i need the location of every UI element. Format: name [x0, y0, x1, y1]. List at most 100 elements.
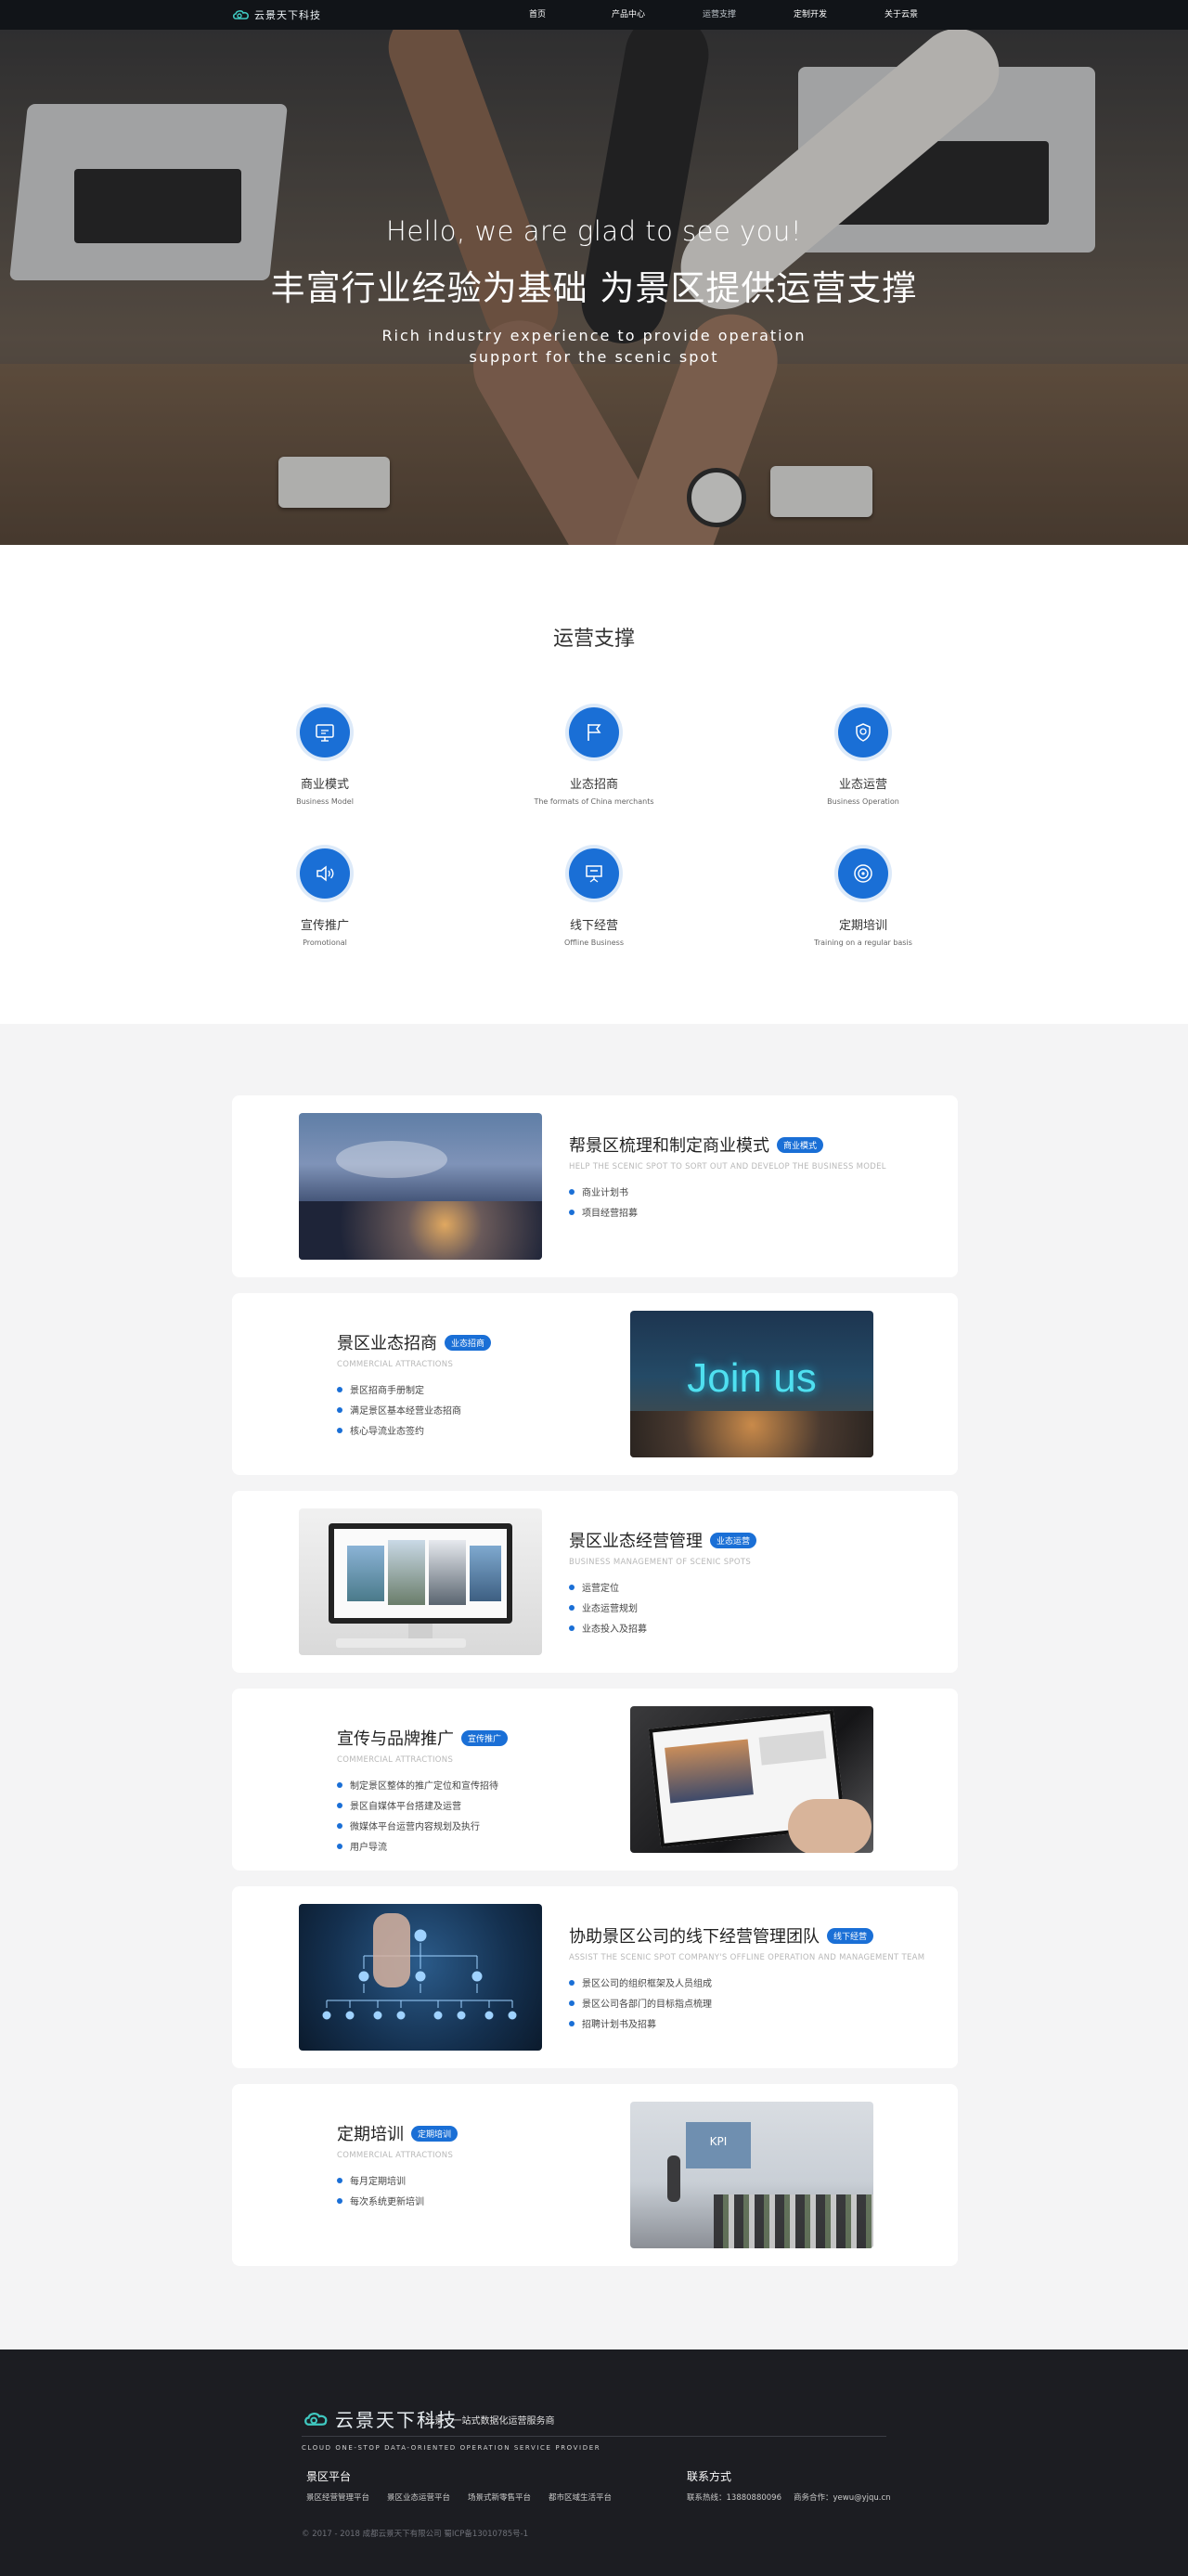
card-tag: 定期培训: [411, 2125, 458, 2142]
card-title: 景区业态招商 业态招商: [337, 1330, 492, 1354]
bullet-text: 满足景区基本经营业态招商: [350, 1406, 461, 1417]
bullet-dot-icon: [569, 1584, 575, 1590]
footer-link-platform-1[interactable]: 景区经营管理平台: [306, 2492, 369, 2503]
ops-item-training[interactable]: 定期培训 Training on a regular basis: [761, 848, 965, 947]
screen-photo-2: [388, 1540, 425, 1605]
nav-operations[interactable]: 运营支撑: [674, 0, 765, 30]
ops-item-offline[interactable]: 线下经营 Offline Business: [492, 848, 696, 947]
screen-photo-1: [347, 1546, 384, 1601]
ops-en: Promotional: [303, 938, 347, 947]
card-title-text: 宣传与品牌推广: [337, 1729, 454, 1749]
bullet-text: 制定景区整体的推广定位和宣传招待: [350, 1781, 498, 1792]
sky-cloud: [336, 1141, 447, 1178]
footer-slogan: 云景 · 一站式数据化运营服务商: [425, 2416, 555, 2427]
bullet-text: 每次系统更新培训: [350, 2197, 424, 2207]
ops-name: 宣传推广: [300, 919, 349, 933]
card-bullet: 用户导流: [337, 1839, 387, 1853]
ops-item-business-model[interactable]: 商业模式 Business Model: [223, 707, 427, 806]
ops-name: 业态招商: [569, 778, 618, 792]
ops-item-promotional[interactable]: 宣传推广 Promotional: [223, 848, 427, 947]
card-bullet: 每月定期培训: [337, 2173, 406, 2187]
city-lights: [630, 1411, 873, 1457]
card-tag: 宣传推广: [461, 1729, 509, 1746]
bullet-dot-icon: [337, 2177, 342, 2183]
training-image: KPI: [630, 2102, 873, 2248]
tablet-image: [630, 1706, 873, 1853]
card-tag: 业态运营: [710, 1532, 757, 1548]
service-card-business-model: 帮景区梳理和制定商业模式 商业模式 HELP THE SCENIC SPOT TO…: [232, 1095, 958, 1277]
presenter: [667, 2155, 680, 2202]
card-bullet: 景区招商手册制定: [337, 1382, 424, 1396]
nav-products[interactable]: 产品中心: [583, 0, 674, 30]
ops-item-operation[interactable]: 业态运营 Business Operation: [761, 707, 965, 806]
footer-link-platform-2[interactable]: 景区业态运营平台: [387, 2492, 450, 2503]
imac-image: [299, 1508, 542, 1655]
footer-link-platform-3[interactable]: 场景式新零售平台: [468, 2492, 531, 2503]
card-tag: 线下经营: [827, 1927, 874, 1944]
footer-contact-title: 联系方式: [687, 2470, 732, 2483]
bullet-text: 每月定期培训: [350, 2177, 406, 2187]
card-title: 宣传与品牌推广 宣传推广: [337, 1726, 509, 1750]
card-title-text: 景区业态招商: [337, 1334, 437, 1353]
service-card-offline-team: 协助景区公司的线下经营管理团队 线下经营 ASSIST THE SCENIC SP…: [232, 1886, 958, 2068]
nav-home[interactable]: 首页: [492, 0, 583, 30]
ops-item-merchants[interactable]: 业态招商 The formats of China merchants: [492, 707, 696, 806]
org-chart-image: [299, 1904, 542, 2051]
ops-en: Business Model: [296, 797, 354, 806]
card-bullet: 项目经营招募: [569, 1205, 638, 1219]
screen-photo-3: [429, 1540, 466, 1605]
bullet-text: 项目经营招募: [582, 1209, 638, 1219]
org-chart-graphic: [322, 1913, 517, 2020]
card-bullet: 景区公司各部门的目标指点梳理: [569, 1996, 712, 2010]
card-bullet: 运营定位: [569, 1580, 619, 1594]
speaker-icon: [300, 848, 350, 899]
site-logo[interactable]: 云景天下科技: [232, 6, 321, 23]
keyboard: [336, 1638, 466, 1648]
card-subtitle-en: COMMERCIAL ATTRACTIONS: [337, 2151, 454, 2160]
nav-custom-dev[interactable]: 定制开发: [765, 0, 856, 30]
tablet-photo: [665, 1739, 754, 1804]
top-navbar: 云景天下科技 首页 产品中心 运营支撑 定制开发 关于云景: [0, 0, 1188, 30]
operations-title: 运营支撑: [552, 628, 635, 651]
card-bullet: 业态运营规划: [569, 1600, 638, 1614]
audience: [714, 2194, 873, 2248]
shield-icon: [838, 707, 888, 757]
bullet-dot-icon: [337, 1781, 342, 1788]
city-lights: [299, 1201, 542, 1260]
footer-cooperation-email[interactable]: 商务合作：yewu@yjqu.cn: [794, 2492, 891, 2503]
bullet-text: 用户导流: [350, 1843, 387, 1853]
card-title: 帮景区梳理和制定商业模式 商业模式: [569, 1133, 824, 1157]
ops-en: Business Operation: [827, 797, 899, 806]
card-bullet: 景区公司的组织框架及人员组成: [569, 1975, 712, 1989]
bullet-dot-icon: [337, 1427, 342, 1433]
card-bullet: 每次系统更新培训: [337, 2194, 424, 2207]
card-bullet: 微媒体平台运营内容规划及执行: [337, 1819, 480, 1832]
footer-link-platform-4[interactable]: 都市区域生活平台: [549, 2492, 612, 2503]
card-bullet: 业态投入及招募: [569, 1621, 647, 1635]
ops-name: 线下经营: [569, 919, 618, 933]
logo-text: 云景天下科技: [254, 9, 321, 21]
hero-subtitle-line-2: support for the scenic spot: [469, 348, 719, 366]
hand: [788, 1799, 872, 1853]
bullet-text: 招聘计划书及招募: [582, 2020, 656, 2030]
ops-name: 商业模式: [300, 778, 349, 792]
services-section: 帮景区梳理和制定商业模式 商业模式 HELP THE SCENIC SPOT TO…: [0, 1024, 1188, 2349]
service-card-operation: 景区业态经营管理 业态运营 BUSINESS MANAGEMENT OF SCEN…: [232, 1491, 958, 1673]
ops-en: Training on a regular basis: [814, 938, 912, 947]
hero-subtitle: Rich industry experience to provide oper…: [0, 325, 1188, 368]
card-bullet: 满足景区基本经营业态招商: [337, 1403, 461, 1417]
card-bullet: 制定景区整体的推广定位和宣传招待: [337, 1778, 498, 1792]
card-title: 定期培训 定期培训: [337, 2121, 458, 2145]
main-menu: 首页 产品中心 运营支撑 定制开发 关于云景: [492, 0, 947, 30]
bullet-dot-icon: [569, 2020, 575, 2026]
ops-en: The formats of China merchants: [534, 797, 654, 806]
cloud-logo-icon: [232, 10, 249, 19]
bullet-dot-icon: [569, 2000, 575, 2006]
hero-banner: Hello, we are glad to see you! 丰富行业经验为基础…: [0, 30, 1188, 545]
bullet-dot-icon: [569, 1979, 575, 1986]
card-title: 景区业态经营管理 业态运营: [569, 1528, 757, 1552]
nav-about[interactable]: 关于云景: [856, 0, 947, 30]
bullet-dot-icon: [337, 1843, 342, 1849]
card-subtitle-en: ASSIST THE SCENIC SPOT COMPANY'S OFFLINE…: [569, 1953, 925, 1962]
service-card-training: 定期培训 定期培训 COMMERCIAL ATTRACTIONS 每月定期培训 每…: [232, 2084, 958, 2266]
